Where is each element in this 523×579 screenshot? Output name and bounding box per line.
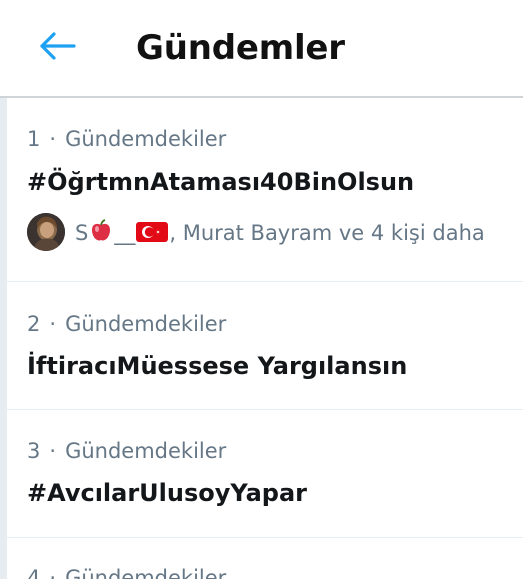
left-rail [0, 98, 7, 579]
trend-category: Gündemdekiler [65, 312, 227, 336]
trend-item-3[interactable]: 3 · Gündemdekiler #AvcılarUlusoyYapar [7, 410, 523, 538]
trend-item-2[interactable]: 2 · Gündemdekiler İftiracıMüessese Yargıla… [7, 282, 523, 410]
trend-category: Gündemdekiler [65, 566, 227, 579]
trend-rank: 1 [27, 127, 41, 151]
separator-dot: · [49, 127, 57, 151]
trend-meta: 2 · Gündemdekiler [27, 310, 226, 338]
trend-meta: 4 · Gündemdekiler [27, 564, 226, 579]
page-header: Gündemler [0, 0, 523, 98]
trend-name: #AvcılarUlusoyYapar [27, 479, 307, 507]
trend-category: Gündemdekiler [65, 439, 227, 463]
separator-dot: · [49, 566, 57, 579]
trend-context: S __ , Murat Bayram ve 4 kişi daha [27, 213, 523, 251]
trend-meta: 3 · Gündemdekiler [27, 437, 226, 465]
app-window: Gündemler 1 · Gündemdekiler #ÖğrtmnAtaması… [0, 0, 523, 579]
context-name-prefix: S [75, 221, 89, 245]
arrow-left-icon [40, 32, 76, 60]
trend-item-4[interactable]: 4 · Gündemdekiler [7, 538, 523, 579]
context-name-mid: __ [114, 221, 136, 245]
trend-rank: 2 [27, 312, 41, 336]
trend-name: İftiracıMüessese Yargılansın [27, 352, 408, 380]
trend-item-1[interactable]: 1 · Gündemdekiler #ÖğrtmnAtaması40BinOlsun… [7, 98, 523, 282]
context-text: S __ , Murat Bayram ve 4 kişi daha [75, 218, 485, 251]
trend-name: #ÖğrtmnAtaması40BinOlsun [27, 168, 415, 196]
page-title: Gündemler [136, 28, 345, 68]
back-button[interactable] [36, 26, 80, 66]
trend-rank: 4 [27, 566, 41, 579]
trend-rank: 3 [27, 439, 41, 463]
trend-meta: 1 · Gündemdekiler [27, 125, 226, 153]
trend-category: Gündemdekiler [65, 127, 227, 151]
apple-icon [88, 218, 114, 251]
avatar[interactable] [27, 213, 65, 251]
separator-dot: · [49, 439, 57, 463]
separator-dot: · [49, 312, 57, 336]
turkey-flag-icon [135, 220, 169, 251]
context-tail: , Murat Bayram ve 4 kişi daha [169, 221, 485, 245]
